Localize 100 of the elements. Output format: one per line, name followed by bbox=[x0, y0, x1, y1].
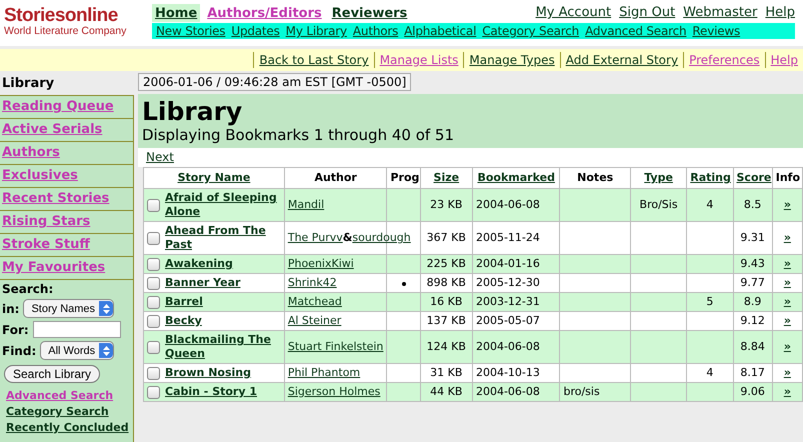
row-checkbox[interactable] bbox=[147, 232, 160, 244]
table-cell: 8.5 bbox=[733, 188, 772, 222]
row-checkbox[interactable] bbox=[147, 276, 160, 290]
info-link[interactable]: » bbox=[784, 295, 791, 308]
nav-link[interactable]: Updates bbox=[231, 24, 280, 38]
column-header[interactable]: Score bbox=[733, 168, 772, 188]
row-checkbox[interactable] bbox=[147, 366, 160, 380]
info-link[interactable]: » bbox=[784, 276, 791, 289]
info-link[interactable]: » bbox=[784, 314, 791, 327]
table-cell bbox=[686, 274, 733, 292]
info-link[interactable]: » bbox=[784, 366, 791, 379]
column-header[interactable]: Rating bbox=[686, 168, 733, 188]
toolbar-link[interactable]: Back to Last Story bbox=[253, 52, 374, 68]
account-link[interactable]: Help bbox=[765, 5, 795, 20]
search-library-button[interactable]: Search Library bbox=[4, 365, 100, 383]
info-link[interactable]: » bbox=[784, 231, 791, 244]
row-checkbox[interactable] bbox=[147, 386, 160, 398]
stepper-icon bbox=[99, 301, 114, 316]
author-link[interactable]: The Purvv bbox=[288, 231, 343, 244]
table-cell: 2004-06-08 bbox=[472, 330, 560, 364]
table-cell bbox=[630, 222, 687, 254]
nav-link[interactable]: Reviews bbox=[692, 24, 740, 38]
story-link[interactable]: Barrel bbox=[165, 295, 203, 309]
next-link[interactable]: Next bbox=[146, 150, 174, 164]
column-header[interactable]: Size bbox=[420, 168, 472, 188]
table-cell bbox=[686, 382, 733, 402]
column-header[interactable]: Bookmarked bbox=[472, 168, 560, 188]
table-cell bbox=[560, 222, 630, 254]
story-link[interactable]: Becky bbox=[165, 314, 202, 328]
page-heading: Library bbox=[142, 97, 244, 127]
nav-link[interactable]: Category Search bbox=[482, 24, 580, 38]
table-cell: 8.17 bbox=[733, 364, 772, 382]
nav-tab[interactable]: Home bbox=[152, 4, 200, 22]
row-checkbox[interactable] bbox=[147, 314, 160, 328]
table-cell bbox=[630, 254, 687, 274]
row-checkbox[interactable] bbox=[147, 258, 160, 270]
info-link[interactable]: » bbox=[784, 385, 791, 398]
author-joiner: & bbox=[342, 231, 352, 244]
row-checkbox[interactable] bbox=[147, 340, 160, 354]
table-cell bbox=[630, 312, 687, 330]
column-header[interactable]: Type bbox=[630, 168, 687, 188]
sidebar-title: Library bbox=[1, 75, 56, 93]
account-link[interactable]: My Account bbox=[536, 5, 612, 20]
table-cell bbox=[630, 292, 687, 312]
nav-link[interactable]: Advanced Search bbox=[585, 24, 686, 38]
find-select[interactable]: All Words bbox=[40, 341, 114, 360]
toolbar-link[interactable]: Add External Story bbox=[560, 52, 684, 68]
nav-tab[interactable]: Reviewers bbox=[328, 4, 410, 22]
nav-tab[interactable]: Authors/Editors bbox=[204, 4, 325, 22]
find-label: Find: bbox=[2, 344, 36, 358]
table-cell: 5 bbox=[686, 292, 733, 312]
site-logo-name[interactable]: Storiesonline bbox=[4, 6, 152, 26]
info-link[interactable]: » bbox=[784, 257, 791, 270]
toolbar-link[interactable]: Help bbox=[764, 52, 803, 68]
sidebar-link[interactable]: Category Search bbox=[2, 404, 131, 420]
row-checkbox[interactable] bbox=[147, 296, 160, 308]
author-link[interactable]: Mandil bbox=[288, 198, 324, 211]
table-cell: 16 KB bbox=[420, 292, 472, 312]
table-cell bbox=[560, 312, 630, 330]
account-link[interactable]: Webmaster bbox=[683, 5, 758, 20]
for-label: For: bbox=[2, 322, 29, 336]
table-cell bbox=[686, 222, 733, 254]
page-subheading: Displaying Bookmarks 1 through 40 of 51 bbox=[142, 127, 456, 144]
table-cell: 8.84 bbox=[733, 330, 772, 364]
table-cell bbox=[686, 312, 733, 330]
column-header: Info bbox=[772, 168, 802, 188]
site-tagline: World Literature Company bbox=[4, 26, 128, 37]
search-in-select[interactable]: Story Names bbox=[23, 299, 114, 318]
nav-link[interactable]: Authors bbox=[352, 24, 398, 38]
nav-link[interactable]: Alphabetical bbox=[404, 24, 476, 38]
table-cell: 2004-01-16 bbox=[472, 254, 560, 274]
table-cell: 2003-12-31 bbox=[472, 292, 560, 312]
table-cell bbox=[560, 364, 630, 382]
column-header[interactable]: Story Name bbox=[144, 168, 284, 188]
table-cell: 137 KB bbox=[420, 312, 472, 330]
table-cell: 124 KB bbox=[420, 330, 472, 364]
info-link[interactable]: » bbox=[784, 198, 791, 211]
account-link[interactable]: Sign Out bbox=[619, 5, 676, 20]
nav-link[interactable]: New Stories bbox=[156, 24, 226, 38]
row-checkbox[interactable] bbox=[147, 198, 160, 212]
column-header: Author bbox=[284, 168, 387, 188]
author-link[interactable]: sourdough bbox=[352, 231, 411, 244]
table-cell bbox=[560, 292, 630, 312]
table-cell: 2004-06-08 bbox=[472, 188, 560, 222]
toolbar-link[interactable]: Manage Lists bbox=[374, 52, 464, 68]
table-cell bbox=[560, 274, 630, 292]
table-cell: 9.06 bbox=[733, 382, 772, 402]
nav-link[interactable]: My Library bbox=[286, 24, 347, 38]
column-header: Notes bbox=[560, 168, 630, 188]
table-cell: Bro/Sis bbox=[630, 188, 687, 222]
sidebar-link[interactable]: Recently Concluded bbox=[2, 420, 131, 436]
table-cell: 2004-10-13 bbox=[472, 364, 560, 382]
in-label: in: bbox=[2, 302, 20, 316]
toolbar-link[interactable]: Manage Types bbox=[463, 52, 560, 68]
table-cell: 9.43 bbox=[733, 254, 772, 274]
table-cell bbox=[686, 330, 733, 364]
toolbar-link[interactable]: Preferences bbox=[683, 52, 765, 68]
info-link[interactable]: » bbox=[784, 340, 791, 353]
search-input-field[interactable] bbox=[32, 321, 121, 338]
table-cell bbox=[630, 364, 687, 382]
